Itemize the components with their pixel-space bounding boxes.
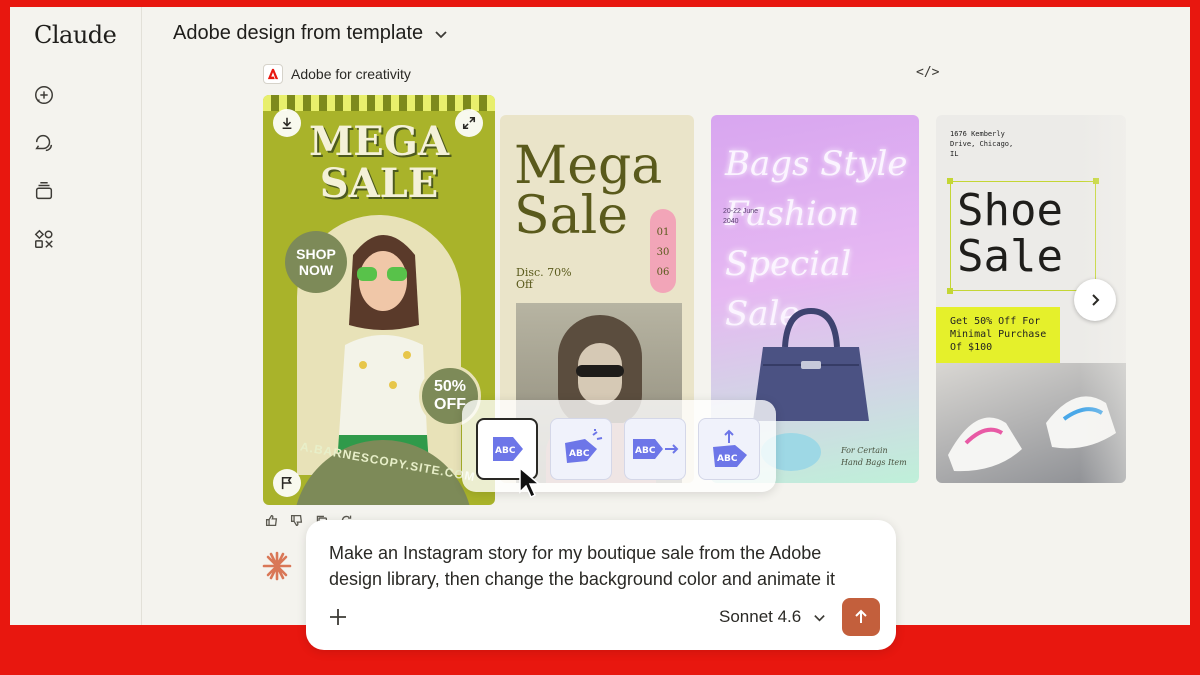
chevron-down-icon xyxy=(814,614,825,621)
event-date: 20-22 June 2040 xyxy=(723,208,759,225)
card-title: Mega Sale xyxy=(514,136,663,246)
artifacts-icon[interactable] xyxy=(32,227,56,251)
discount-label: Disc. 70% Off xyxy=(516,266,572,291)
card-title: Shoe Sale xyxy=(950,181,1096,291)
slide-up-icon: ABC xyxy=(713,429,747,467)
tool-label: ABC xyxy=(495,446,516,456)
message-composer: Make an Instagram story for my boutique … xyxy=(306,520,896,650)
new-chat-icon[interactable] xyxy=(32,83,56,107)
mouse-cursor-icon xyxy=(519,466,542,499)
tool-slide-right[interactable]: ABC xyxy=(624,418,686,480)
model-name: Sonnet 4.6 xyxy=(719,607,802,626)
tool-animate-pop[interactable]: ABC xyxy=(550,418,612,480)
footer-note: For Certain Hand Bags Item xyxy=(841,446,907,467)
date-month: 30 xyxy=(656,247,670,258)
chats-icon[interactable] xyxy=(32,131,56,155)
artifact-source: Adobe for creativity xyxy=(263,64,411,84)
tool-label: ABC xyxy=(569,449,590,459)
code-view-icon[interactable]: </> xyxy=(916,65,939,80)
artifact-source-label: Adobe for creativity xyxy=(291,66,411,82)
slide-right-icon: ABC xyxy=(633,439,679,459)
promo-banner: Get 50% Off For Minimal Purchase Of $100 xyxy=(936,307,1060,363)
resize-handle[interactable] xyxy=(947,288,953,294)
projects-icon[interactable] xyxy=(32,179,56,203)
download-icon xyxy=(282,117,292,130)
model-selector[interactable]: Sonnet 4.6 xyxy=(719,607,826,627)
claude-spark-icon xyxy=(262,551,292,581)
chevron-right-icon xyxy=(1092,294,1100,306)
thumbs-down-icon[interactable] xyxy=(290,514,303,527)
date-year: 06 xyxy=(656,267,670,278)
download-button[interactable] xyxy=(273,109,301,137)
conversation-title-text: Adobe design from template xyxy=(173,22,424,44)
sunglasses-shape xyxy=(576,365,624,377)
resize-handle[interactable] xyxy=(947,178,953,184)
prompt-input[interactable]: Make an Instagram story for my boutique … xyxy=(329,540,879,592)
arrow-up-icon xyxy=(855,609,867,623)
thumbs-up-icon[interactable] xyxy=(265,514,278,527)
expand-button[interactable] xyxy=(455,109,483,137)
add-attachment-icon[interactable] xyxy=(328,607,348,627)
tool-label: ABC xyxy=(635,446,656,456)
tool-label: ABC xyxy=(717,454,738,464)
flag-icon xyxy=(281,476,292,490)
date-day: 01 xyxy=(656,227,670,238)
carousel-next-button[interactable] xyxy=(1074,279,1116,321)
text-tag-icon: ABC xyxy=(493,437,523,461)
app-logo: Claude xyxy=(34,21,117,49)
store-address: 1676 Kemberly Drive, Chicago, IL xyxy=(950,130,1014,158)
flag-button[interactable] xyxy=(273,469,301,497)
animation-toolbar: ABC ABC ABC ABC xyxy=(462,400,776,492)
shop-now-badge: SHOP NOW xyxy=(285,231,347,293)
pop-animation-icon: ABC xyxy=(565,429,603,463)
checker-border xyxy=(263,95,495,111)
date-pill: 01 30 06 xyxy=(650,209,676,293)
expand-icon xyxy=(462,116,476,130)
template-card-mega-sale-green[interactable]: MEGA SALE SHOP NOW 50% OFF A.BARNESCOPY.… xyxy=(263,95,495,505)
chevron-down-icon xyxy=(435,30,447,38)
sidebar: Claude xyxy=(10,7,142,625)
conversation-title[interactable]: Adobe design from template xyxy=(173,22,449,45)
tool-slide-up[interactable]: ABC xyxy=(698,418,760,480)
adobe-logo-icon xyxy=(263,64,283,84)
send-button[interactable] xyxy=(842,598,880,636)
